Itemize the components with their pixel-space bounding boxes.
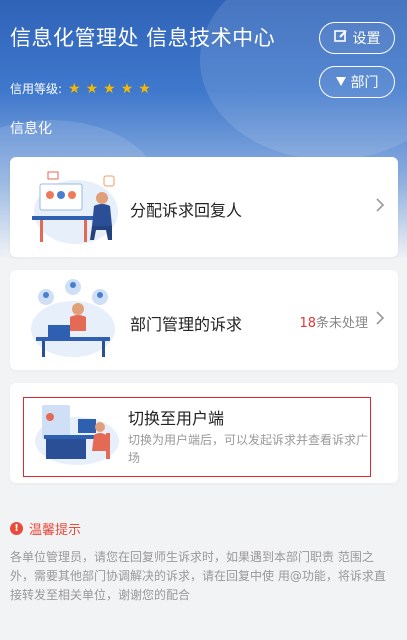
alert-icon: !	[10, 522, 23, 535]
assign-illustration	[26, 166, 120, 248]
star-icon: ★	[85, 80, 99, 97]
chevron-right-icon	[376, 197, 385, 216]
triangle-down-icon	[335, 74, 346, 90]
manage-illustration	[26, 279, 120, 361]
assign-responder-card[interactable]: 分配诉求回复人	[10, 157, 398, 257]
tips-title: 温馨提示	[29, 523, 82, 538]
star-icon: ★	[103, 80, 116, 97]
card-description: 切换为用户端后，可以发起诉求并查看诉求广场	[128, 433, 369, 465]
settings-label: 设置	[352, 31, 381, 47]
department-label: 部门	[350, 75, 379, 91]
tips-body: 各单位管理员，请您在回复师生诉求时，如果遇到本部门职责 范围之外，需要其他部门协…	[10, 550, 386, 602]
department-name: 信息化	[10, 121, 52, 137]
switch-user-card[interactable]: 切换至用户端 切换为用户端后，可以发起诉求并查看诉求广场	[10, 383, 398, 483]
pending-number: 18	[299, 316, 316, 331]
edit-icon	[333, 29, 348, 47]
pending-count: 18条未处理	[299, 312, 368, 331]
card-label: 部门管理的诉求	[130, 315, 243, 334]
star-icon: ★	[138, 80, 151, 97]
star-icon: ★	[68, 80, 81, 97]
managed-requests-card[interactable]: 部门管理的诉求 18条未处理	[10, 270, 398, 370]
switch-illustration	[30, 395, 124, 477]
card-label: 切换至用户端	[128, 409, 225, 428]
chevron-right-icon	[376, 310, 385, 329]
credit-label: 信用等级:	[10, 82, 63, 96]
credit-rating: 信用等级: ★ ★ ★ ★ ★	[10, 80, 151, 97]
department-button[interactable]: 部门	[319, 66, 395, 98]
star-icon: ★	[120, 80, 134, 97]
card-label: 分配诉求回复人	[130, 201, 243, 220]
tips-header: ! 温馨提示	[10, 519, 81, 538]
pending-suffix: 条未处理	[315, 316, 368, 331]
page-title: 信息化管理处 信息技术中心	[10, 26, 276, 50]
settings-button[interactable]: 设置	[319, 22, 395, 54]
credit-stars: ★ ★ ★ ★ ★	[68, 82, 151, 96]
